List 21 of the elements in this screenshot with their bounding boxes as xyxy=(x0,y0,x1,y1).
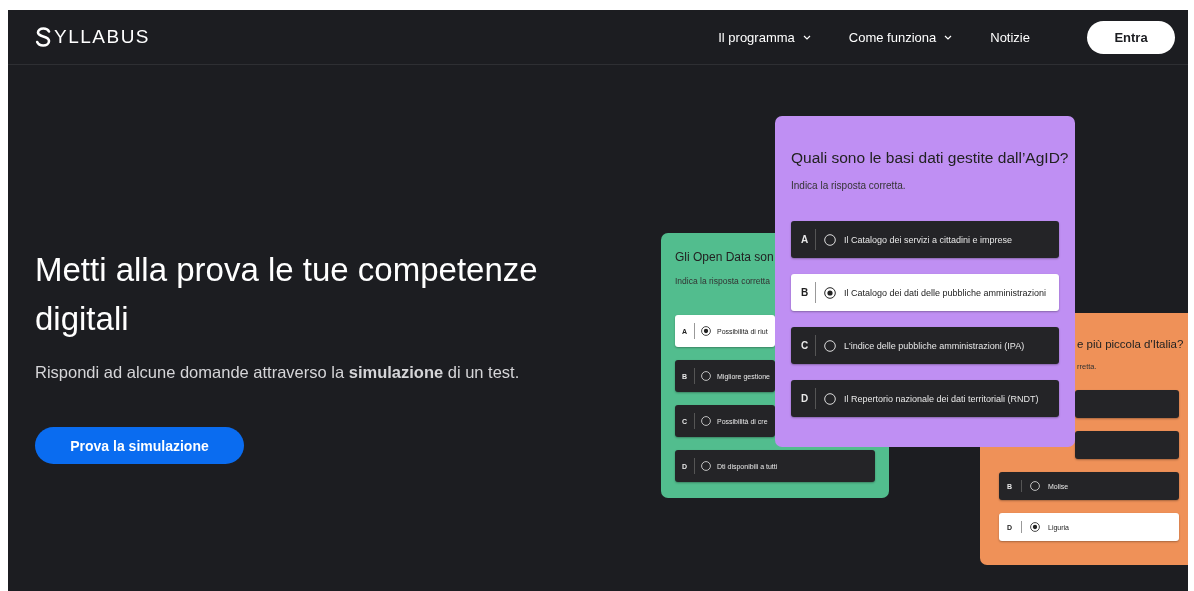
nav-link[interactable]: Il programma xyxy=(718,29,811,45)
question-title: Quali sono le basi dati gestite dall’AgID? xyxy=(791,149,1069,167)
question-title: e più piccola d'Italia? xyxy=(1077,338,1184,350)
answer-option[interactable]: C L'indice delle pubbliche amministrazioni (IPA) xyxy=(791,327,1059,364)
login-button[interactable]: Entra xyxy=(1087,20,1175,54)
answer-option[interactable]: D Il Repertorio nazionale dei dati territoriali (RNDT) xyxy=(791,380,1059,417)
radio-icon[interactable] xyxy=(1030,522,1040,532)
answer-option[interactable]: A Il Catalogo dei servizi a cittadini e imprese xyxy=(791,221,1059,258)
hero-description: Rispondi ad alcune domande attraverso la simulazione di un test. xyxy=(35,363,521,382)
question-instruction: Indica la risposta corretta xyxy=(675,276,770,286)
logo-icon xyxy=(35,27,53,47)
logo-text: YLLABUS xyxy=(54,26,151,48)
nav-link[interactable]: Notizie xyxy=(990,29,1030,45)
answer-option[interactable]: B Il Catalogo dei dati delle pubbliche amministrazioni xyxy=(791,274,1059,311)
radio-icon[interactable] xyxy=(701,326,711,336)
question-title: Gli Open Data son xyxy=(675,250,774,264)
radio-icon[interactable] xyxy=(824,286,836,299)
nav-link[interactable]: Come funziona xyxy=(848,29,953,45)
hero-headline: Metti alla prova le tue competenze digitali xyxy=(35,250,539,339)
question-instruction: Indica la risposta corretta. xyxy=(791,180,906,191)
simulation-button[interactable]: Prova la simulazione xyxy=(35,427,244,464)
